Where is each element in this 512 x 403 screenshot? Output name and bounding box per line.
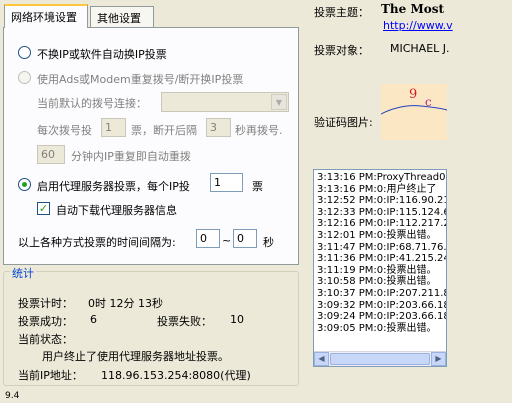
log-line: 3:11:19 PM:0:投票出错。 [317,264,437,276]
proxy-vote-label: 启用代理服务器投票，每个IP投 [37,180,190,193]
success-value: 6 [90,313,97,326]
interval-to-input[interactable]: 0 [233,229,257,248]
tab-other-settings[interactable]: 其他设置 [90,6,154,27]
interval-unit: 秒 [263,236,274,249]
log-listbox[interactable]: 3:13:16 PM:ProxyThread0: 3:13:16 PM:0:用户终… [313,169,447,367]
auto-redial-label: 分钟内IP重复即自动重拨 [71,150,191,163]
proxy-votes-per-ip-input[interactable]: 1 [210,173,243,192]
current-ip-label: 当前IP地址： [18,369,83,382]
proxy-votes-suffix: 票 [252,180,263,193]
network-settings-panel: 不换IP或软件自动换IP投票 使用Ads或Modem重复拨号/断开换IP投票 当… [3,27,299,265]
log-line: 3:10:37 PM:0:IP:207.211.8 [317,287,447,299]
captcha-image: 9 c [381,84,447,140]
captcha-label: 验证码图片: [314,116,373,129]
radio-adsl-modem[interactable] [18,71,31,84]
scroll-left-icon[interactable]: ◀ [314,352,329,366]
fail-value: 10 [230,313,244,326]
footer-text: 9.4 [5,391,20,401]
horizontal-scrollbar[interactable]: ◀ ▶ [314,351,446,366]
vote-time-value: 0时 12分 13秒 [88,297,163,310]
interval-from-input[interactable]: 0 [196,229,220,248]
interval-label: 以上各种方式投票的时间间隔为: [18,236,176,249]
redial-wait-label: 票，断开后隔 [131,124,197,137]
svg-text:9: 9 [409,87,417,102]
interval-separator: ~ [222,234,232,247]
log-line: 3:13:16 PM:0:用户终止了 [317,183,437,195]
vote-url-link[interactable]: http://www.v [383,19,453,32]
dial-per-vote-input[interactable]: 1 [101,118,126,137]
vote-subject-label: 投票主题： [314,6,369,19]
log-line: 3:09:24 PM:0:IP:203.66.18 [317,311,447,323]
log-line: 3:12:52 PM:0:IP:116.90.21 [317,195,447,207]
log-lines: 3:13:16 PM:ProxyThread0: 3:13:16 PM:0:用户终… [317,172,447,334]
auto-redial-minutes-input[interactable]: 60 [37,145,65,164]
stats-title: 统计 [10,265,36,281]
log-line: 3:12:33 PM:0:IP:115.124.6 [317,206,447,218]
radio-selected-dot [22,182,27,187]
scroll-right-icon[interactable]: ▶ [431,352,446,366]
svg-text:c: c [425,95,432,109]
log-line: 3:09:05 PM:0:投票出错。 [317,322,437,334]
auto-download-label: 自动下载代理服务器信息 [56,204,177,217]
log-line: 3:11:47 PM:0:IP:68.71.76.2 [317,241,447,253]
stats-group: 统计 投票计时： 0时 12分 13秒 投票成功： 6 投票失败： 10 当前状… [3,265,299,386]
radio-proxy-vote[interactable] [18,178,31,191]
log-line: 3:12:16 PM:0:IP:112.217.2 [317,218,447,230]
log-line: 3:10:58 PM:0:投票出错。 [317,276,437,288]
status-text: 用户终止了使用代理服务器地址投票。 [42,350,229,363]
no-change-ip-label: 不换IP或软件自动换IP投票 [37,48,167,61]
scroll-thumb[interactable] [330,353,430,365]
dial-connection-select[interactable]: ▼ [161,92,289,112]
adsl-modem-label: 使用Ads或Modem重复拨号/断开换IP投票 [37,73,244,86]
tab-network-settings[interactable]: 网络环境设置 [4,4,88,28]
redial-wait-suffix: 秒再拨号. [235,124,283,137]
fail-label: 投票失败： [157,315,212,328]
auto-download-checkbox[interactable]: ✓ [37,202,50,215]
vote-target-value: MICHAEL J. [390,42,450,55]
chevron-down-icon: ▼ [271,94,287,110]
current-ip-value: 118.96.153.254:8080(代理) [101,369,251,382]
vote-target-label: 投票对象： [314,44,369,57]
dial-conn-label: 当前默认的拨号连接： [37,97,147,110]
status-label: 当前状态： [18,333,73,346]
log-line: 3:09:32 PM:0:IP:203.66.18 [317,299,447,311]
radio-no-change-ip[interactable] [18,46,31,59]
vote-time-label: 投票计时： [18,297,73,310]
redial-wait-input[interactable]: 3 [206,118,231,137]
vote-subject-value: The Most [381,2,445,16]
dial-per-vote-label: 每次拨号投 [37,124,92,137]
log-line: 3:11:36 PM:0:IP:41.215.24 [317,253,447,265]
log-line: 3:13:16 PM:ProxyThread0: [317,172,447,183]
success-label: 投票成功： [18,315,73,328]
log-line: 3:12:01 PM:0:投票出错。 [317,229,437,241]
